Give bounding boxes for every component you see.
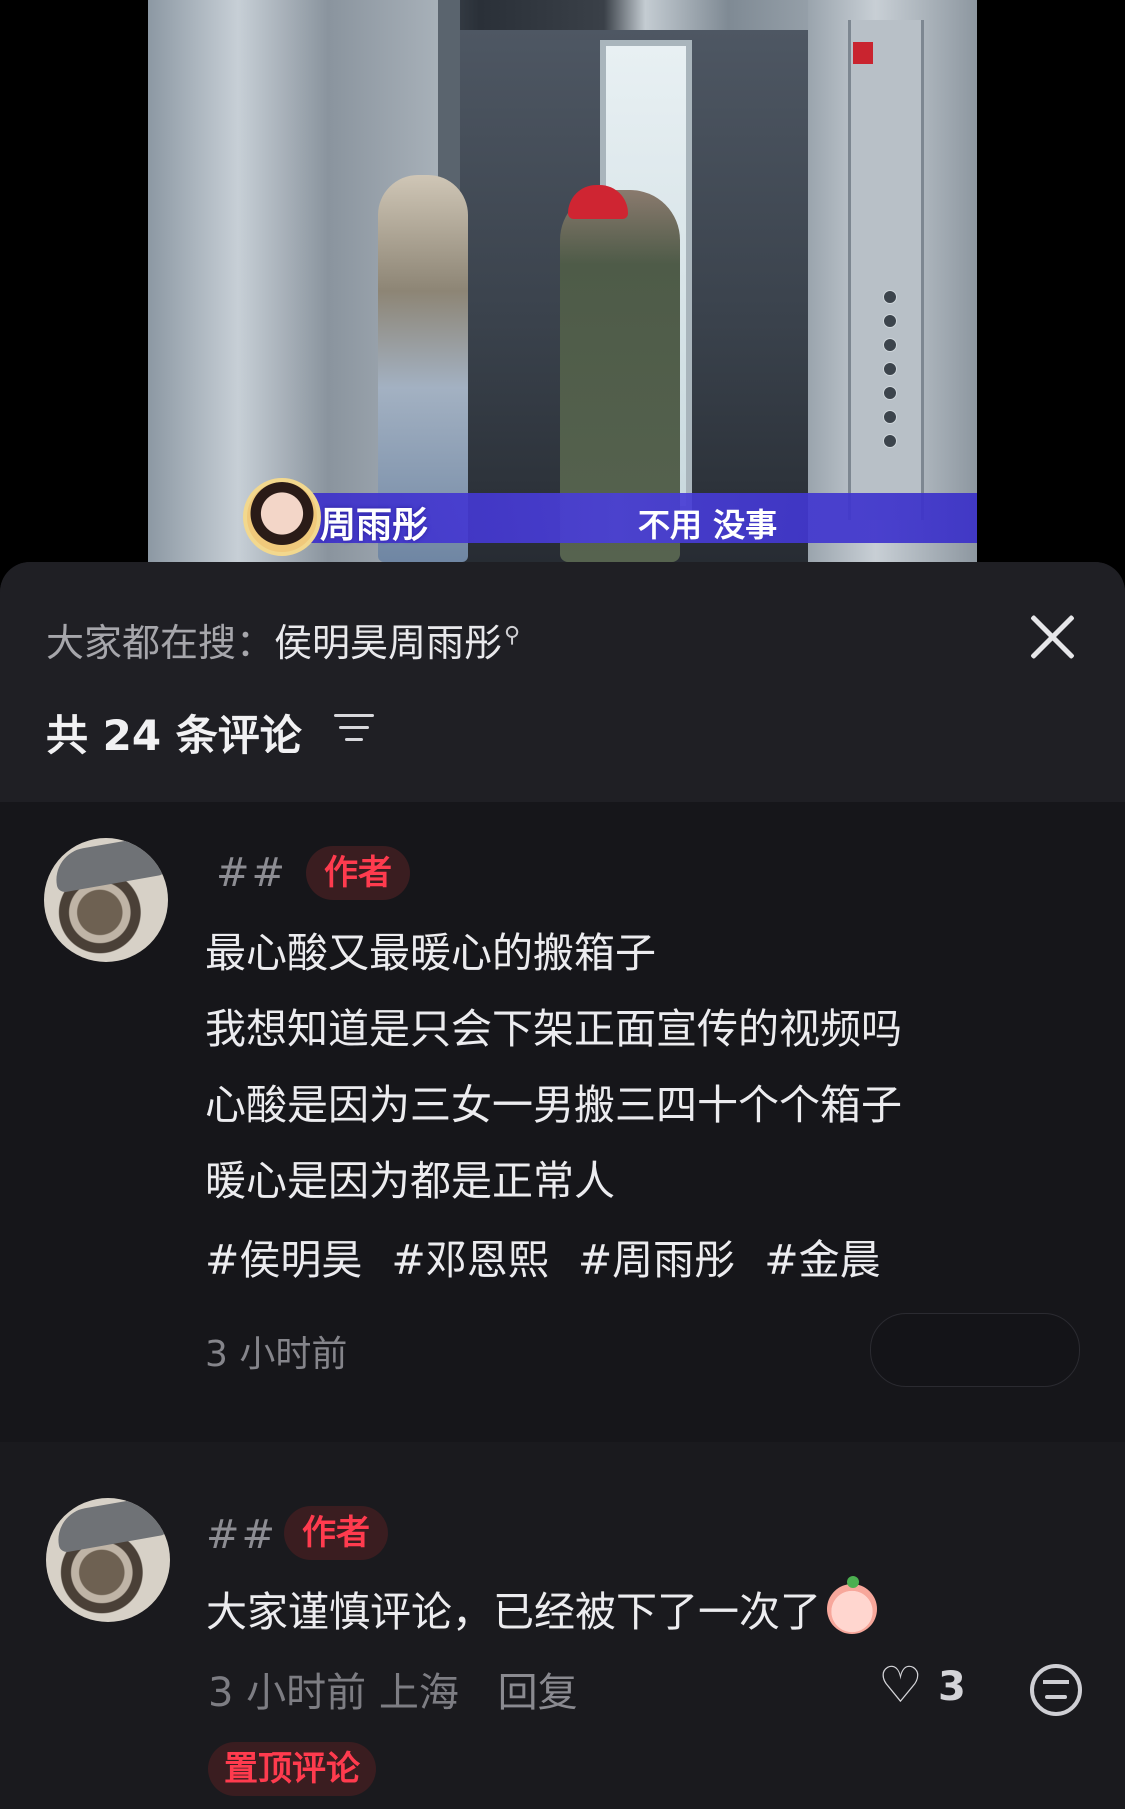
author-name[interactable]: ## bbox=[206, 1512, 277, 1558]
subtitle-name: 周雨彤 bbox=[320, 505, 429, 546]
elevator-buttons bbox=[883, 290, 897, 458]
reply-pill[interactable] bbox=[870, 1313, 1080, 1387]
comment-location: 上海 bbox=[378, 1670, 459, 1716]
hashtag[interactable]: #金晨 bbox=[764, 1236, 880, 1284]
emoji-icon bbox=[827, 1576, 877, 1634]
hashtag-row: #侯明昊 #邓恩熙 #周雨彤 #金晨 bbox=[205, 1226, 897, 1286]
avatar[interactable] bbox=[46, 1498, 170, 1622]
comment-body: 大家谨慎评论，已经被下了一次了 bbox=[206, 1588, 821, 1636]
pinned-badge: 置顶评论 bbox=[208, 1742, 376, 1796]
comment-line: 心酸是因为三女一男搬三四十个个箱子 bbox=[205, 1081, 902, 1129]
sheet-header: 大家都在搜：侯明昊周雨彤⚲ 共 24 条评论 bbox=[0, 562, 1125, 802]
comment-text: 大家谨慎评论，已经被下了一次了 bbox=[206, 1574, 877, 1650]
author-badge: 作者 bbox=[306, 846, 410, 900]
reply-button[interactable]: 回复 bbox=[498, 1670, 578, 1716]
comment-meta: 3 小时前 上海 回复 bbox=[208, 1660, 578, 1718]
close-icon[interactable] bbox=[1024, 608, 1084, 668]
subtitle-text: 不用 没事 bbox=[638, 506, 778, 544]
heart-icon[interactable]: ♡ bbox=[878, 1656, 923, 1714]
author-badge: 作者 bbox=[284, 1506, 388, 1560]
search-icon: ⚲ bbox=[504, 623, 521, 648]
search-prefix: 大家都在搜： bbox=[46, 621, 275, 665]
hashtag[interactable]: #周雨彤 bbox=[578, 1236, 735, 1284]
search-keyword[interactable]: 侯明昊周雨彤 bbox=[274, 621, 502, 665]
comment-text: 最心酸又最暖心的搬箱子 我想知道是只会下架正面宣传的视频吗 心酸是因为三女一男搬… bbox=[205, 915, 902, 1219]
like-count: 3 bbox=[938, 1664, 966, 1710]
search-hint[interactable]: 大家都在搜：侯明昊周雨彤⚲ bbox=[46, 612, 520, 667]
sort-icon[interactable] bbox=[334, 714, 374, 746]
emoji-icon[interactable] bbox=[1030, 1664, 1082, 1716]
avatar[interactable] bbox=[44, 838, 168, 962]
subtitle-avatar bbox=[243, 478, 321, 556]
floor-indicator bbox=[853, 42, 873, 64]
author-name[interactable]: ## bbox=[216, 850, 287, 896]
comment-time: 3 小时前 bbox=[208, 1670, 367, 1716]
comment-time: 3 小时前 bbox=[205, 1334, 348, 1375]
comment-line: 暖心是因为都是正常人 bbox=[205, 1157, 615, 1205]
comment-line: 我想知道是只会下架正面宣传的视频吗 bbox=[205, 1005, 902, 1053]
video-player[interactable]: 周雨彤 不用 没事 bbox=[148, 0, 977, 562]
comment-count: 共 24 条评论 bbox=[46, 711, 302, 760]
hashtag[interactable]: #侯明昊 bbox=[205, 1236, 362, 1284]
comment-line: 最心酸又最暖心的搬箱子 bbox=[205, 929, 656, 977]
hashtag[interactable]: #邓恩熙 bbox=[391, 1236, 548, 1284]
